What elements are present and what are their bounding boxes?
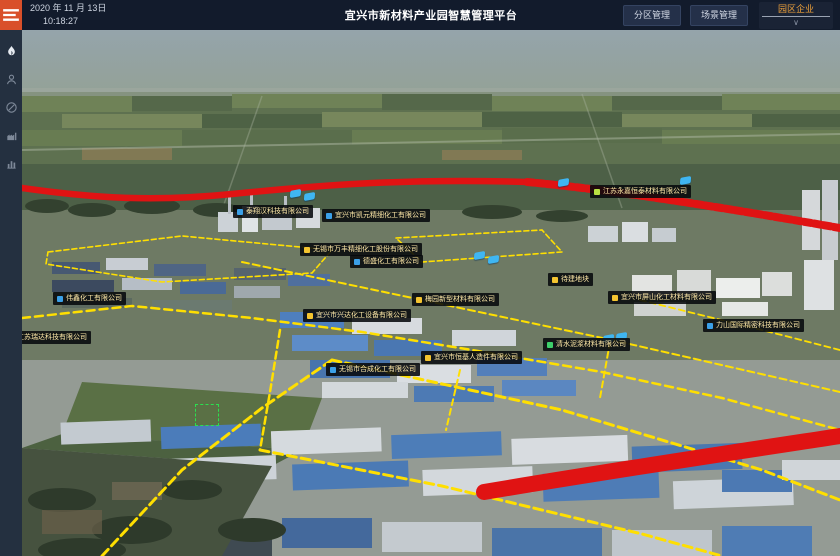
map-label[interactable]: 江苏永嘉恒泰材料有限公司 xyxy=(590,185,691,198)
map-label[interactable]: 待建地块 xyxy=(548,273,593,286)
map-label[interactable]: 泰翔汉科技有限公司 xyxy=(233,205,313,218)
company-icon xyxy=(612,295,618,301)
company-name: 江苏永嘉恒泰材料有限公司 xyxy=(603,186,687,197)
company-icon xyxy=(552,277,558,283)
company-name: 无锡市万丰精细化工股份有限公司 xyxy=(313,244,418,255)
sidebar-item-fire[interactable] xyxy=(0,37,22,65)
sidebar-item-enterprise[interactable] xyxy=(0,121,22,149)
header-buttons: 分区管理 场景管理 xyxy=(623,5,748,26)
chevron-down-icon xyxy=(759,18,833,29)
map-label[interactable]: 德盛化工有限公司 xyxy=(350,255,423,268)
company-icon xyxy=(547,342,553,348)
company-icon xyxy=(307,313,313,319)
map-label[interactable]: 宜兴市屏山化工材料有限公司 xyxy=(608,291,716,304)
map-label[interactable]: 无锡市合成化工有限公司 xyxy=(326,363,420,376)
company-name: 伟鑫化工有限公司 xyxy=(66,293,122,304)
company-name: 泰翔汉科技有限公司 xyxy=(246,206,309,217)
map-viewport[interactable]: 泰翔汉科技有限公司 宜兴市凯元精细化工有限公司无锡市万丰精细化工股份有限公司德盛化… xyxy=(22,30,840,556)
factory-icon xyxy=(5,129,18,142)
map-label[interactable]: 梅园新型材料有限公司 xyxy=(412,293,499,306)
date-label: 2020 年 11 月 13日 xyxy=(30,2,106,15)
company-name: 宜兴市凯元精细化工有限公司 xyxy=(335,210,426,221)
user-icon xyxy=(5,73,18,86)
company-icon xyxy=(330,367,336,373)
map-label[interactable]: 宜兴市凯元精细化工有限公司 xyxy=(322,209,430,222)
company-icon xyxy=(237,209,243,215)
scene-manage-button[interactable]: 场景管理 xyxy=(690,5,748,26)
bar-chart-icon xyxy=(5,157,18,170)
company-name: 江苏瑞达科技有限公司 xyxy=(22,332,87,343)
company-icon xyxy=(304,247,310,253)
sidebar xyxy=(0,30,22,556)
company-name: 梅园新型材料有限公司 xyxy=(425,294,495,305)
map-label[interactable]: 宜兴市恒基人造件有限公司 xyxy=(421,351,522,364)
company-icon xyxy=(416,297,422,303)
flame-icon xyxy=(5,45,18,58)
company-name: 无锡市合成化工有限公司 xyxy=(339,364,416,375)
sidebar-item-personnel[interactable] xyxy=(0,65,22,93)
map-label[interactable]: 宜兴市兴达化工设备有限公司 xyxy=(303,309,411,322)
map-label[interactable]: 清水泥浆材料有限公司 xyxy=(543,338,630,351)
sidebar-item-statistics[interactable] xyxy=(0,149,22,177)
company-name: 力山国际精密科技有限公司 xyxy=(716,320,800,331)
company-name: 宜兴市屏山化工材料有限公司 xyxy=(621,292,712,303)
gauge-icon xyxy=(5,101,18,114)
datetime-block: 2020 年 11 月 13日 10:18:27 xyxy=(30,2,106,28)
company-name: 宜兴市恒基人造件有限公司 xyxy=(434,352,518,363)
time-label: 10:18:27 xyxy=(43,15,106,28)
company-icon xyxy=(707,323,713,329)
park-enterprise-dropdown[interactable]: 园区企业 xyxy=(759,2,833,29)
company-name: 德盛化工有限公司 xyxy=(363,256,419,267)
map-label[interactable]: 江苏瑞达科技有限公司 xyxy=(22,331,91,344)
company-icon xyxy=(425,355,431,361)
company-icon xyxy=(326,213,332,219)
dropdown-label: 园区企业 xyxy=(759,3,833,15)
app-window: 2020 年 11 月 13日 10:18:27 宜兴市新材料产业园智慧管理平台… xyxy=(0,0,840,556)
menu-button[interactable] xyxy=(0,0,22,30)
map-label[interactable]: 力山国际精密科技有限公司 xyxy=(703,319,804,332)
company-name: 待建地块 xyxy=(561,274,589,285)
selection-box xyxy=(195,404,219,426)
company-icon xyxy=(354,259,360,265)
sidebar-item-monitor[interactable] xyxy=(0,93,22,121)
company-name: 清水泥浆材料有限公司 xyxy=(556,339,626,350)
company-name: 宜兴市兴达化工设备有限公司 xyxy=(316,310,407,321)
company-icon xyxy=(57,296,63,302)
company-icon xyxy=(594,189,600,195)
zone-manage-button[interactable]: 分区管理 xyxy=(623,5,681,26)
dropdown-divider xyxy=(762,16,830,17)
menu-icon xyxy=(0,4,22,26)
map-label[interactable]: 伟鑫化工有限公司 xyxy=(53,292,126,305)
